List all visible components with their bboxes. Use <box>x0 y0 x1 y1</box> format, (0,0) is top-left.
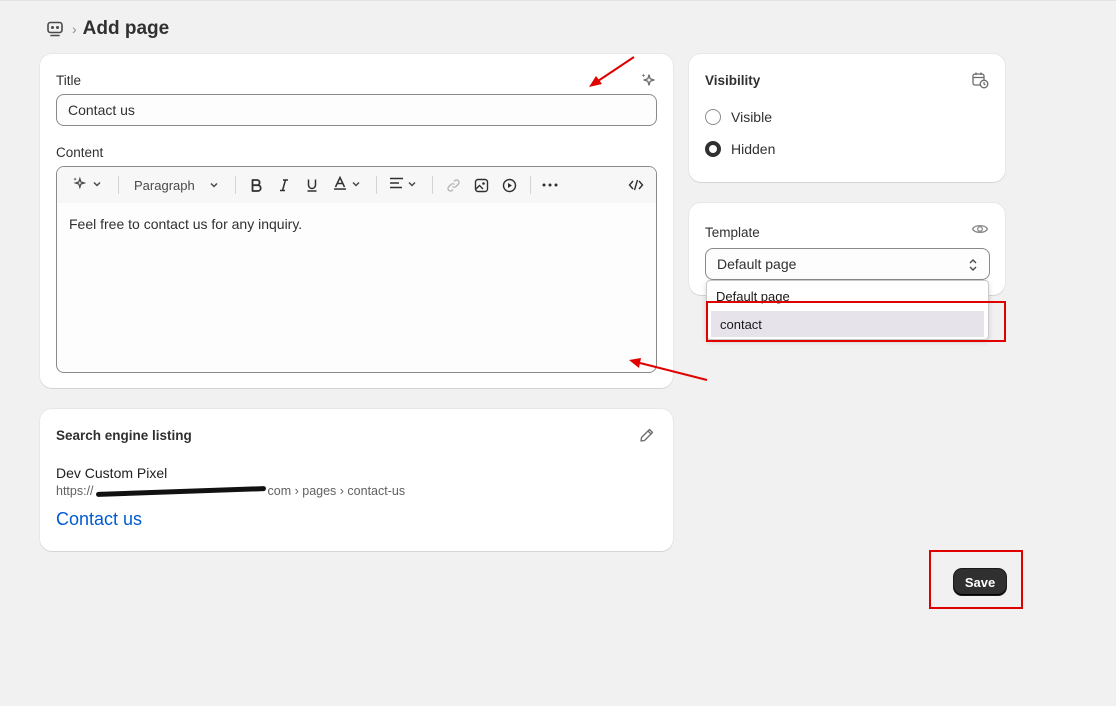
annotation-arrow <box>589 56 635 87</box>
annotation-arrow <box>629 358 708 381</box>
annotation-arrows <box>589 56 708 381</box>
